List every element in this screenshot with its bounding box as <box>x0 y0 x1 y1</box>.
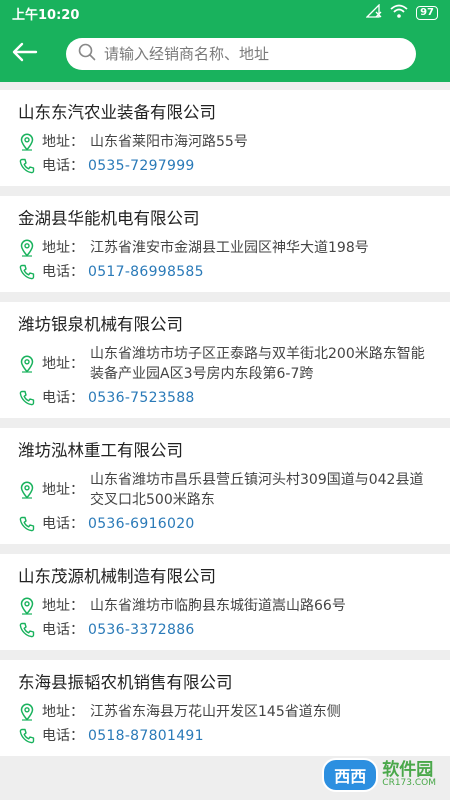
phone-icon <box>18 263 36 281</box>
address-row: 地址： 山东省潍坊市昌乐县营丘镇河头村309国道与042县道交叉口北500米路东 <box>18 470 432 510</box>
wifi-icon <box>390 4 408 22</box>
watermark-brand: 西西 <box>322 758 379 792</box>
search-input[interactable] <box>104 45 384 63</box>
address-row: 地址： 江苏省淮安市金湖县工业园区神华大道198号 <box>18 238 432 258</box>
phone-icon <box>18 621 36 639</box>
phone-link[interactable]: 0517-86998585 <box>88 262 204 282</box>
location-pin-icon <box>18 239 36 257</box>
address-value: 山东省潍坊市临朐县东城街道嵩山路66号 <box>90 598 346 614</box>
address-row: 地址： 山东省潍坊市临朐县东城街道嵩山路66号 <box>18 596 432 616</box>
search-box[interactable] <box>66 38 416 70</box>
phone-row[interactable]: 电话： 0517-86998585 <box>18 262 432 282</box>
address-label: 地址： <box>42 134 84 150</box>
watermark-text: 软件园 <box>382 760 434 780</box>
phone-icon <box>18 515 36 533</box>
search-icon <box>78 43 96 65</box>
address-label: 地址： <box>42 240 84 256</box>
address-label: 地址： <box>42 704 84 720</box>
phone-icon <box>18 727 36 745</box>
back-button[interactable] <box>12 32 56 76</box>
address-value: 山东省莱阳市海河路55号 <box>90 134 248 150</box>
dealer-card[interactable]: 山东茂源机械制造有限公司 地址： 山东省潍坊市临朐县东城街道嵩山路66号 电话：… <box>0 554 450 650</box>
phone-row[interactable]: 电话： 0536-6916020 <box>18 514 432 534</box>
address-value: 山东省潍坊市昌乐县营丘镇河头村309国道与042县道交叉口北500米路东 <box>90 472 424 508</box>
location-pin-icon <box>18 133 36 151</box>
address-value: 江苏省东海县万花山开发区145省道东侧 <box>90 704 341 720</box>
phone-label: 电话： <box>42 622 84 638</box>
phone-icon <box>18 157 36 175</box>
dealer-name: 潍坊泓林重工有限公司 <box>18 441 183 460</box>
dealer-name: 山东茂源机械制造有限公司 <box>18 567 216 586</box>
phone-link[interactable]: 0518-87801491 <box>88 726 204 746</box>
dealer-list: 山东东汽农业装备有限公司 地址： 山东省莱阳市海河路55号 电话： 0535-7… <box>0 90 450 766</box>
phone-row[interactable]: 电话： 0536-7523588 <box>18 388 432 408</box>
phone-row[interactable]: 电话： 0536-3372886 <box>18 620 432 640</box>
phone-label: 电话： <box>42 264 84 280</box>
location-pin-icon <box>18 703 36 721</box>
phone-label: 电话： <box>42 516 84 532</box>
phone-link[interactable]: 0536-3372886 <box>88 620 195 640</box>
dealer-name: 潍坊银泉机械有限公司 <box>18 315 183 334</box>
status-time: 上午10:20 <box>12 7 80 23</box>
address-label: 地址： <box>42 482 84 498</box>
status-icons: 97 <box>365 3 438 22</box>
top-bar: 上午10:20 97 <box>0 0 450 82</box>
dealer-card[interactable]: 潍坊银泉机械有限公司 地址： 山东省潍坊市坊子区正泰路与双羊街北200米路东智能… <box>0 302 450 418</box>
address-label: 地址： <box>42 598 84 614</box>
dealer-card[interactable]: 东海县振韬农机销售有限公司 地址： 江苏省东海县万花山开发区145省道东侧 电话… <box>0 660 450 756</box>
phone-link[interactable]: 0535-7297999 <box>88 156 195 176</box>
status-bar: 上午10:20 97 <box>0 0 450 26</box>
location-pin-icon <box>18 597 36 615</box>
phone-icon <box>18 389 36 407</box>
signal-off-icon <box>365 3 382 22</box>
phone-link[interactable]: 0536-6916020 <box>88 514 195 534</box>
dealer-card[interactable]: 金湖县华能机电有限公司 地址： 江苏省淮安市金湖县工业园区神华大道198号 电话… <box>0 196 450 292</box>
dealer-name: 金湖县华能机电有限公司 <box>18 209 200 228</box>
dealer-card[interactable]: 山东东汽农业装备有限公司 地址： 山东省莱阳市海河路55号 电话： 0535-7… <box>0 90 450 186</box>
phone-label: 电话： <box>42 728 84 744</box>
address-row: 地址： 江苏省东海县万花山开发区145省道东侧 <box>18 702 432 722</box>
address-label: 地址： <box>42 356 84 372</box>
phone-link[interactable]: 0536-7523588 <box>88 388 195 408</box>
back-arrow-icon <box>12 42 38 66</box>
phone-row[interactable]: 电话： 0535-7297999 <box>18 156 432 176</box>
address-value: 山东省潍坊市坊子区正泰路与双羊街北200米路东智能装备产业园A区3号房内东段第6… <box>90 346 425 382</box>
phone-label: 电话： <box>42 158 84 174</box>
address-row: 地址： 山东省潍坊市坊子区正泰路与双羊街北200米路东智能装备产业园A区3号房内… <box>18 344 432 384</box>
dealer-name: 东海县振韬农机销售有限公司 <box>18 673 233 692</box>
phone-label: 电话： <box>42 390 84 406</box>
watermark: 西西 软件园 CR173.COM <box>322 758 436 792</box>
dealer-card[interactable]: 潍坊泓林重工有限公司 地址： 山东省潍坊市昌乐县营丘镇河头村309国道与042县… <box>0 428 450 544</box>
dealer-name: 山东东汽农业装备有限公司 <box>18 103 216 122</box>
phone-row[interactable]: 电话： 0518-87801491 <box>18 726 432 746</box>
watermark-site: CR173.COM <box>382 778 436 788</box>
nav-row <box>0 26 450 82</box>
address-value: 江苏省淮安市金湖县工业园区神华大道198号 <box>90 240 369 256</box>
battery-indicator: 97 <box>416 6 438 20</box>
location-pin-icon <box>18 481 36 499</box>
location-pin-icon <box>18 355 36 373</box>
address-row: 地址： 山东省莱阳市海河路55号 <box>18 132 432 152</box>
